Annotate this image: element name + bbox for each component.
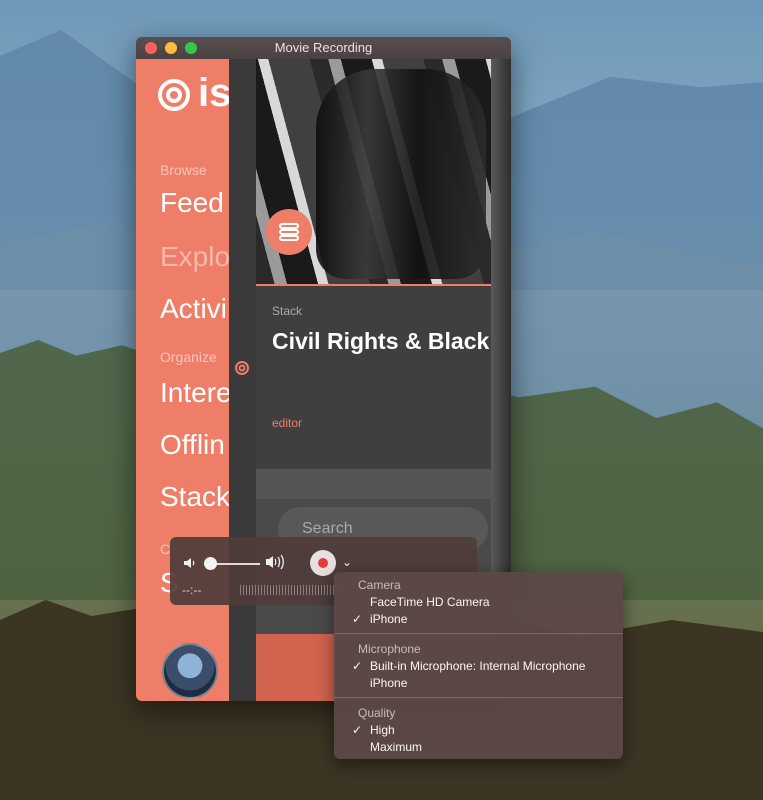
volume-low-icon [184,558,195,568]
logo-text: is [198,71,229,115]
checkmark-icon: ✓ [352,723,363,737]
menu-item-quality-high[interactable]: ✓ High [348,723,610,737]
recording-options-menu: Camera FaceTime HD Camera ✓ iPhone Micro… [334,572,623,759]
menu-item-camera-iphone[interactable]: ✓ iPhone [348,612,610,626]
app-logo-icon [158,79,190,111]
sidebar-item-interests[interactable]: Intere [160,377,229,409]
zoom-button[interactable] [185,42,197,54]
stack-card[interactable]: Stack Civil Rights & Black H editor [256,284,511,486]
volume-slider-thumb[interactable] [204,557,217,570]
minimize-button[interactable] [165,42,177,54]
avatar[interactable] [162,643,218,699]
menu-item-label: Built-in Microphone: Internal Microphone [370,659,586,673]
menu-header-camera: Camera [358,578,401,592]
menu-header-microphone: Microphone [358,642,421,656]
section-label-c: C [160,541,171,557]
volume-high-icon [266,554,284,570]
card-label: Stack [272,304,303,318]
sidebar-item-explore[interactable]: Explo [160,241,229,273]
section-label-browse: Browse [160,162,207,178]
sidebar-item-stacks[interactable]: Stack [160,481,229,513]
menu-separator [334,633,623,634]
record-dot-icon [318,558,328,568]
volume-slider-track[interactable] [210,563,260,565]
menu-item-builtin-microphone[interactable]: ✓ Built-in Microphone: Internal Micropho… [348,659,610,673]
sidebar-item-activity[interactable]: Activi [160,293,227,325]
menu-item-label: High [370,723,395,737]
menu-item-label: iPhone [370,676,408,690]
logo-small-icon[interactable] [235,361,249,375]
menu-item-microphone-iphone[interactable]: iPhone [348,676,610,690]
options-chevron-down-icon[interactable]: ⌄ [342,555,352,569]
close-button[interactable] [145,42,157,54]
menu-item-quality-maximum[interactable]: Maximum [348,740,610,754]
section-label-organize: Organize [160,349,217,365]
cover-photo-subject [316,69,486,279]
stack-badge [266,209,312,255]
title-bar[interactable]: Movie Recording [136,37,511,59]
checkmark-icon: ✓ [352,659,363,673]
sidebar-item-offline[interactable]: Offlin [160,429,225,461]
menu-item-label: Maximum [370,740,423,754]
card-editor-link[interactable]: editor [272,416,302,430]
menu-item-label: FaceTime HD Camera [370,595,490,609]
next-card-preview [256,634,336,701]
stack-icon [279,223,299,241]
menu-header-quality: Quality [358,706,396,720]
card-band [256,469,511,499]
checkmark-icon: ✓ [352,612,363,626]
audio-level-meter [240,585,340,595]
elapsed-time: --:-- [182,583,202,597]
card-title: Civil Rights & Black H [272,328,511,354]
record-button[interactable] [310,550,336,576]
menu-item-label: iPhone [370,612,408,626]
window-title: Movie Recording [274,40,373,55]
menu-separator [334,697,623,698]
menu-item-facetime-camera[interactable]: FaceTime HD Camera [348,595,610,609]
sidebar-item-feed[interactable]: Feed [160,187,224,219]
